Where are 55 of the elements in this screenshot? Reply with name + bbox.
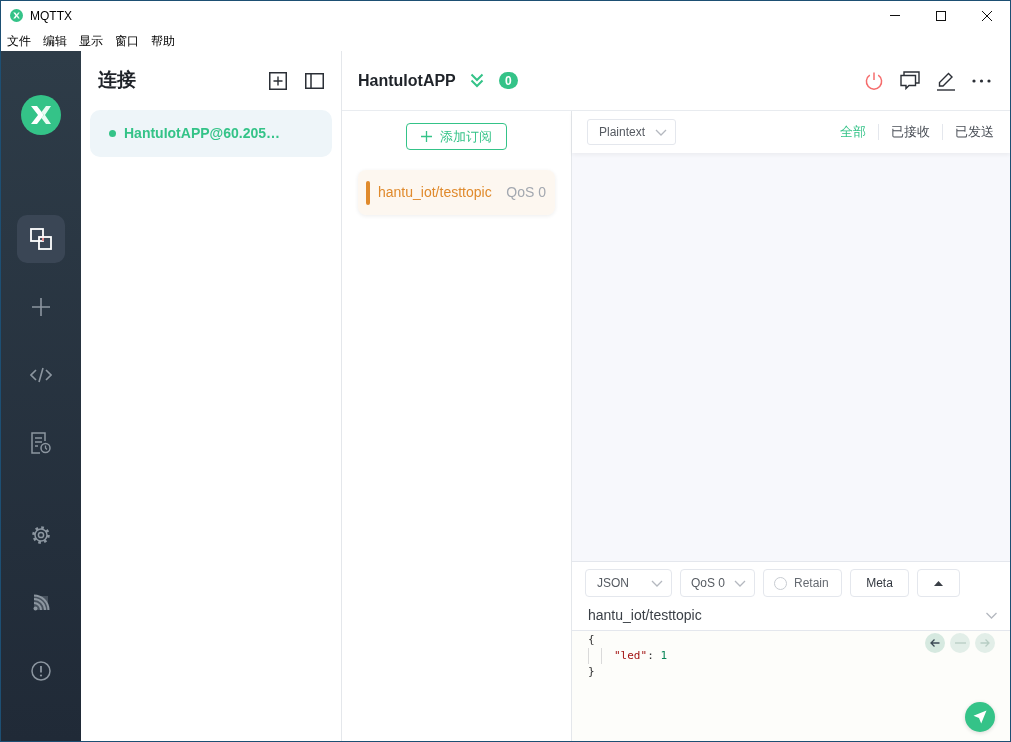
pencil-icon[interactable] <box>936 70 956 91</box>
code-icon <box>30 367 52 383</box>
menu-item[interactable]: 窗口 <box>115 32 139 49</box>
connection-name: HantuIotAPP@60.205… <box>124 124 281 143</box>
chevron-down-icon <box>985 612 998 619</box>
feed-icon <box>32 594 50 612</box>
maximize-icon <box>936 10 946 21</box>
history-button[interactable] <box>925 633 945 653</box>
document-clock-icon <box>31 432 51 454</box>
app-logo-icon <box>21 95 61 135</box>
caret-up-icon <box>934 580 943 586</box>
qos-select[interactable]: QoS 0 <box>680 569 755 597</box>
qos-label: QoS 0 <box>506 183 546 202</box>
minimize-icon <box>890 15 900 16</box>
close-icon <box>982 10 992 21</box>
plus-icon <box>421 131 432 142</box>
sidebar-panel-icon[interactable] <box>305 72 324 89</box>
filter-tab[interactable]: 已接收 <box>878 124 942 140</box>
exclamation-circle-icon <box>31 661 51 681</box>
menu-item[interactable]: 显示 <box>79 32 103 49</box>
format-select[interactable]: JSON <box>585 569 672 597</box>
connection-title: HantuIotAPP <box>358 70 456 91</box>
expand-button[interactable] <box>917 569 960 597</box>
payload-editor[interactable]: { "led": 1 } <box>572 631 1010 741</box>
overlapping-squares-icon <box>30 228 52 250</box>
chat-bubbles-icon[interactable] <box>900 71 920 90</box>
retain-toggle[interactable]: Retain <box>763 569 842 597</box>
panel-title: 连接 <box>98 68 136 93</box>
chevron-down-icon <box>734 579 746 587</box>
right-arrow-icon <box>980 638 990 648</box>
chevron-down-icon <box>655 128 667 136</box>
plus-square-icon[interactable] <box>269 71 287 90</box>
format-select[interactable]: Plaintext <box>587 119 676 145</box>
menu-item[interactable]: 文件 <box>7 32 31 49</box>
meta-button[interactable]: Meta <box>850 569 909 597</box>
topic-name: hantu_iot/testtopic <box>378 183 492 202</box>
menu-item[interactable]: 编辑 <box>43 32 67 49</box>
nav-button[interactable] <box>17 215 65 263</box>
unread-count-badge: 0 <box>498 72 518 89</box>
menu-item[interactable]: 帮助 <box>151 32 175 49</box>
power-icon[interactable] <box>864 70 884 91</box>
app-logo-icon <box>10 9 23 22</box>
ellipsis-icon[interactable] <box>972 78 991 83</box>
code-line: { <box>588 632 595 648</box>
window-title: MQTTX <box>30 7 72 25</box>
left-arrow-icon <box>930 638 940 648</box>
code-line: "led": 1 <box>588 648 667 664</box>
filter-tab[interactable]: 已发送 <box>942 124 994 140</box>
plus-icon <box>32 298 50 316</box>
gear-icon <box>31 525 51 545</box>
paper-plane-icon <box>973 710 987 724</box>
double-chevron-down-icon[interactable] <box>469 73 484 88</box>
code-line: } <box>588 664 595 680</box>
chevron-down-icon <box>651 579 663 587</box>
send-button[interactable] <box>965 702 995 732</box>
